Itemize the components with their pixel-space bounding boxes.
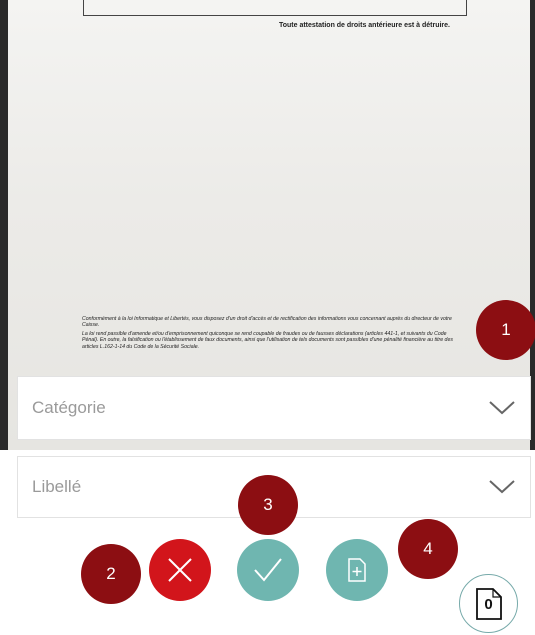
tutorial-marker-4: 4 bbox=[398, 519, 458, 579]
document-counter-button[interactable]: 0 bbox=[459, 574, 518, 633]
legal-notice: Conformément à la loi Informatique et Li… bbox=[82, 316, 462, 352]
add-document-icon bbox=[348, 558, 366, 582]
category-select[interactable]: Catégorie bbox=[17, 376, 531, 440]
confirm-button[interactable] bbox=[237, 539, 299, 601]
document-count: 0 bbox=[484, 595, 493, 613]
tutorial-marker-3: 3 bbox=[238, 475, 298, 535]
legal-paragraph: Conformément à la loi Informatique et Li… bbox=[82, 316, 452, 329]
document-icon: 0 bbox=[475, 587, 503, 621]
tutorial-marker-1: 1 bbox=[476, 300, 535, 360]
tutorial-marker-2: 2 bbox=[81, 544, 141, 604]
cancel-button[interactable] bbox=[149, 539, 211, 601]
close-icon bbox=[168, 558, 192, 582]
chevron-down-icon bbox=[489, 401, 515, 415]
chevron-down-icon bbox=[489, 480, 515, 494]
category-placeholder: Catégorie bbox=[32, 398, 106, 417]
add-page-button[interactable] bbox=[326, 539, 388, 601]
attestation-text: Toute attestation de droits antérieure e… bbox=[278, 22, 450, 29]
document-frame-box bbox=[83, 0, 467, 16]
label-placeholder: Libellé bbox=[32, 477, 82, 496]
checkmark-icon bbox=[254, 558, 282, 582]
legal-paragraph: La loi rend passible d'amende et/ou d'em… bbox=[82, 330, 453, 350]
